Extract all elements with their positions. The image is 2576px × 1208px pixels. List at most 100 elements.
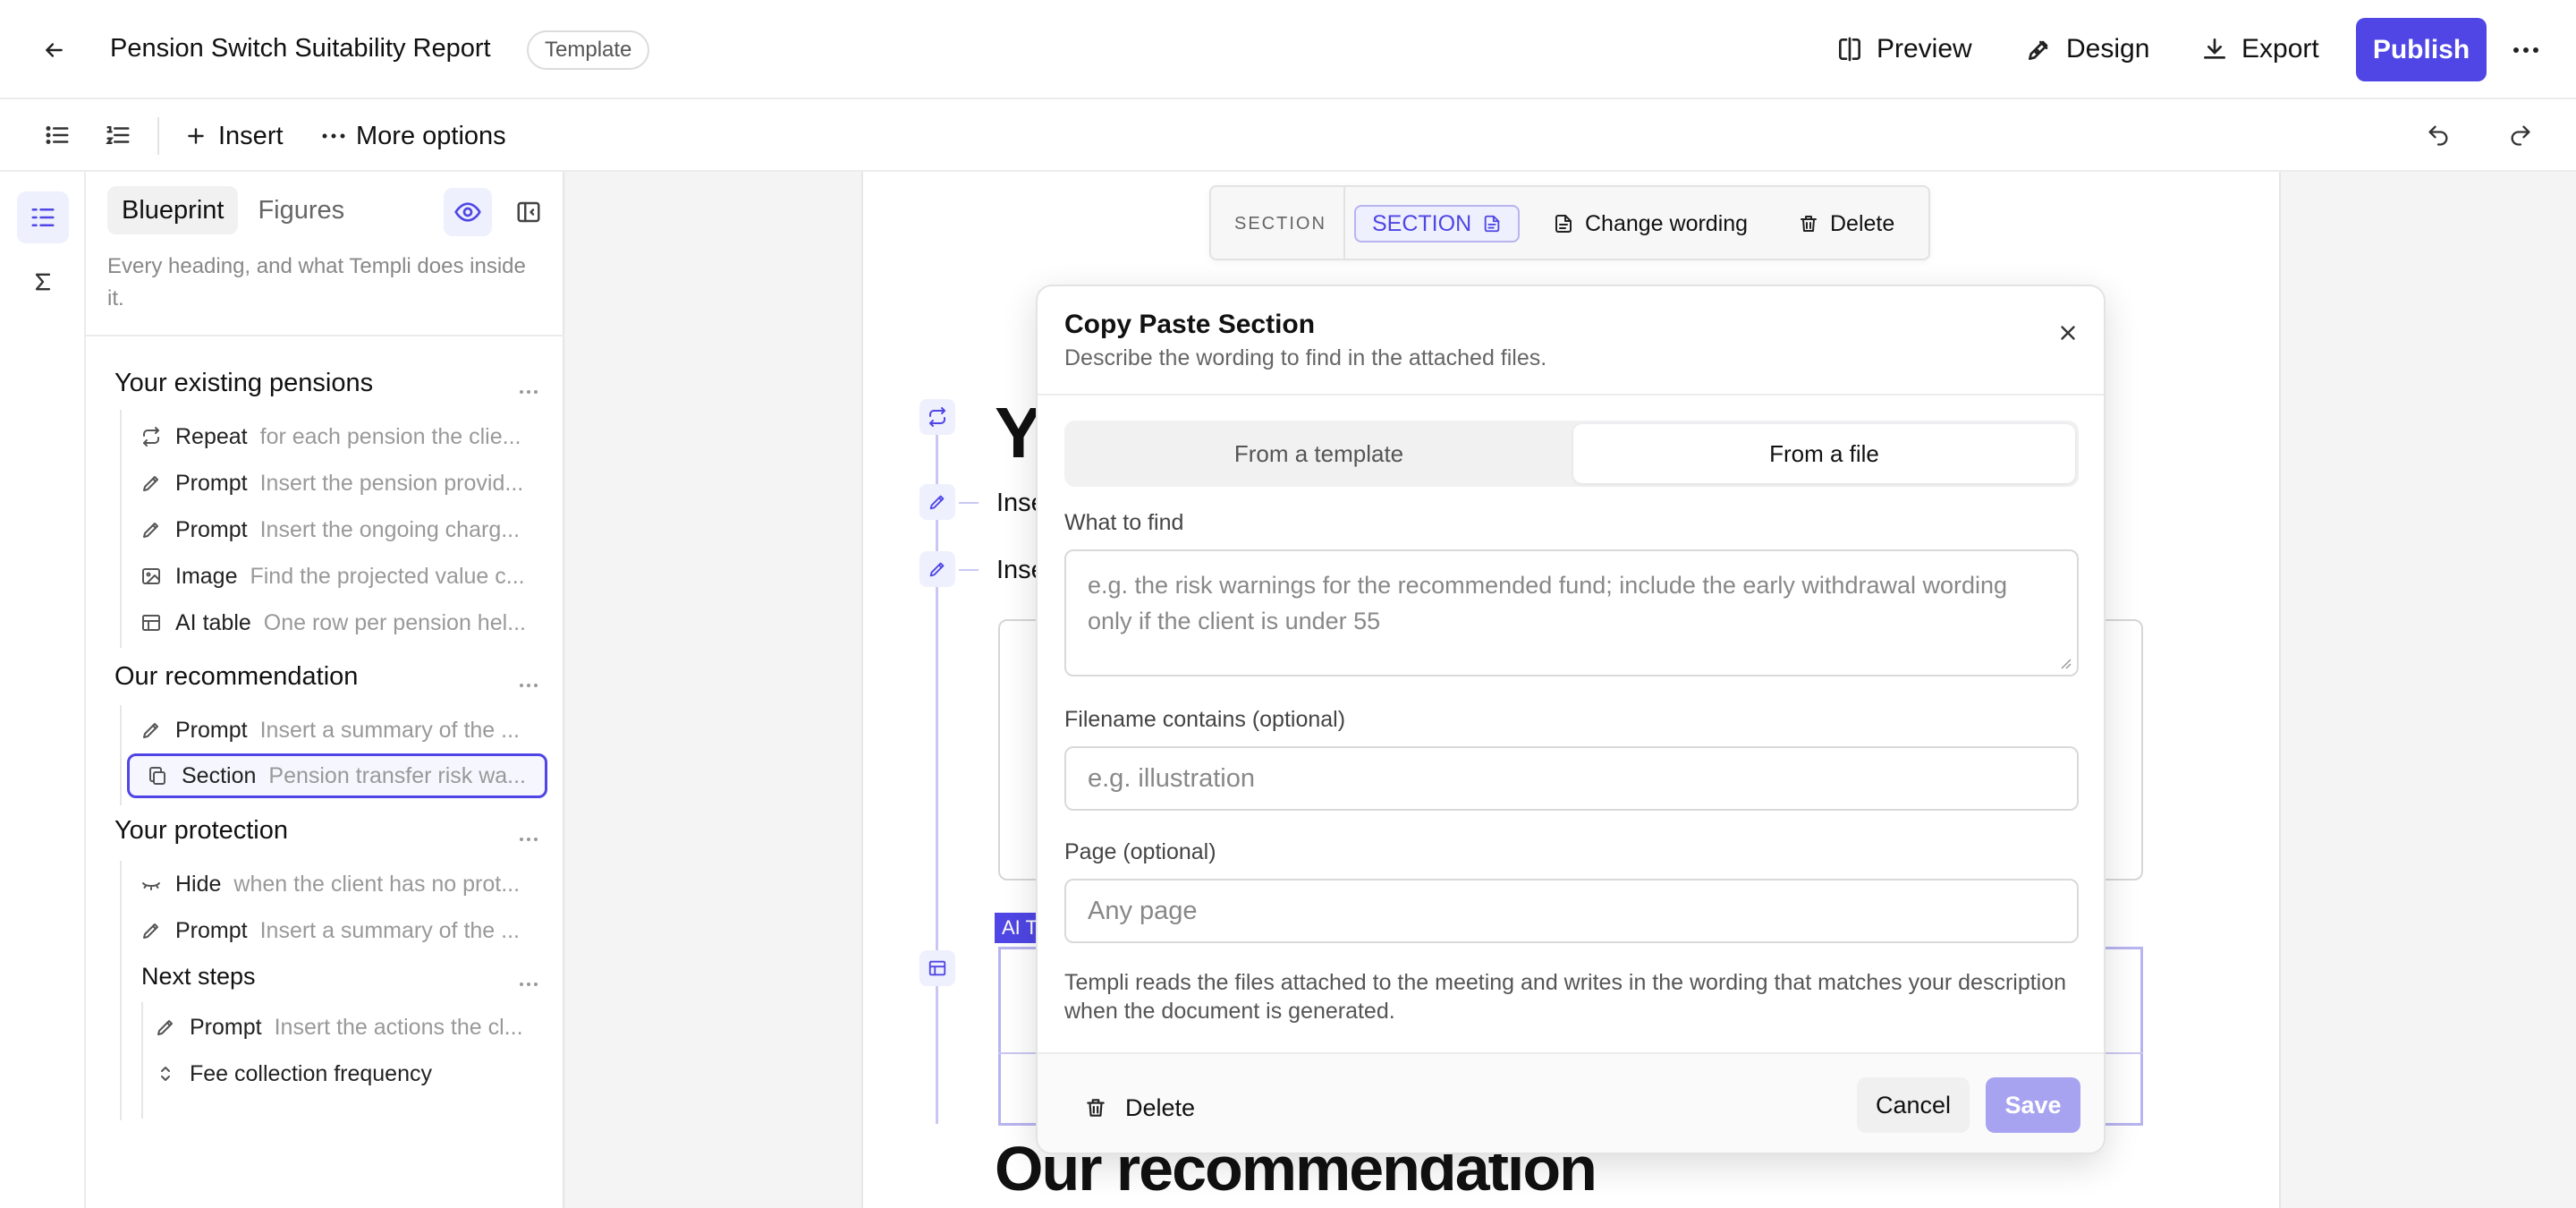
document-heading-partial: Y xyxy=(995,393,1042,472)
design-label: Design xyxy=(2066,34,2150,64)
export-label: Export xyxy=(2241,34,2319,64)
numbered-list-icon[interactable] xyxy=(102,119,134,151)
document-icon xyxy=(1553,212,1574,235)
preview-button[interactable]: Preview xyxy=(1835,27,1972,72)
document-icon xyxy=(1482,213,1502,234)
heading-menu-dots-icon[interactable] xyxy=(515,383,542,401)
blueprint-item-prompt[interactable]: Prompt Insert the ongoing charg... xyxy=(140,510,551,549)
blueprint-item-ai-table[interactable]: AI table One row per pension hel... xyxy=(140,603,551,642)
resize-handle-icon[interactable] xyxy=(2059,657,2072,669)
more-options-button[interactable]: More options xyxy=(322,117,506,155)
item-description: Insert the ongoing charg... xyxy=(259,516,521,542)
prompt-marker-icon[interactable] xyxy=(919,551,955,587)
dialog-subtitle: Describe the wording to find in the atta… xyxy=(1064,345,1547,370)
tree-guide-line xyxy=(120,705,122,805)
tab-figures[interactable]: Figures xyxy=(243,186,359,234)
eye-icon[interactable] xyxy=(444,188,492,236)
insert-button[interactable]: Insert xyxy=(184,117,284,155)
item-kind: Image xyxy=(175,563,238,589)
section-delete-button[interactable]: Delete xyxy=(1798,205,1894,242)
what-to-find-textarea[interactable]: e.g. the risk warnings for the recommend… xyxy=(1064,549,2079,676)
sigma-icon[interactable] xyxy=(17,256,69,308)
panel-divider xyxy=(86,335,564,336)
bullet-list-icon[interactable] xyxy=(41,119,73,151)
cancel-button[interactable]: Cancel xyxy=(1857,1077,1970,1133)
outline-icon[interactable] xyxy=(17,191,69,243)
pencil-icon xyxy=(140,472,163,495)
back-arrow-icon[interactable] xyxy=(38,34,70,66)
tab-from-file[interactable]: From a file xyxy=(1573,424,2075,483)
blueprint-item-prompt[interactable]: Prompt Insert a summary of the ... xyxy=(140,710,551,750)
dialog-divider xyxy=(1038,394,2104,396)
redo-icon[interactable] xyxy=(2504,119,2537,151)
dialog-footer: Delete Cancel Save xyxy=(1038,1052,2104,1153)
item-description: Insert the pension provid... xyxy=(259,470,524,496)
preview-label: Preview xyxy=(1877,34,1972,64)
toolbar-divider xyxy=(157,117,159,155)
pencil-icon xyxy=(140,719,163,742)
blueprint-heading-our-recommendation[interactable]: Our recommendation xyxy=(114,662,358,692)
section-chip[interactable]: SECTION xyxy=(1354,205,1521,242)
page-label: Page (optional) xyxy=(1064,839,1216,864)
item-kind: Prompt xyxy=(175,917,248,943)
change-wording-button[interactable]: Change wording xyxy=(1553,205,1748,242)
section-floating-toolbar: SECTION SECTION Change wording Delete xyxy=(1209,185,1930,260)
blueprint-heading-your-protection[interactable]: Your protection xyxy=(114,816,288,846)
blueprint-item-hide[interactable]: Hide when the client has no prot... xyxy=(140,864,551,904)
blueprint-item-repeat[interactable]: Repeat for each pension the clie... xyxy=(140,417,551,456)
tab-blueprint[interactable]: Blueprint xyxy=(107,186,239,234)
left-rail xyxy=(0,172,86,1208)
blueprint-item-fee-frequency[interactable]: Fee collection frequency xyxy=(154,1054,551,1093)
heading-menu-dots-icon[interactable] xyxy=(515,676,542,694)
dialog-help-text: Templi reads the files attached to the m… xyxy=(1064,970,2067,1024)
section-chip-label: SECTION xyxy=(1372,210,1472,236)
connector-line xyxy=(959,569,979,571)
section-guide-line xyxy=(936,417,938,1124)
item-description: Insert a summary of the ... xyxy=(259,917,520,943)
panel-description: Every heading, and what Templi does insi… xyxy=(107,254,526,311)
plus-icon xyxy=(184,124,208,148)
prompt-marker-icon[interactable] xyxy=(919,484,955,520)
export-button[interactable]: Export xyxy=(2200,27,2319,72)
change-wording-label: Change wording xyxy=(1585,210,1749,236)
save-button[interactable]: Save xyxy=(1986,1077,2080,1133)
item-kind: AI table xyxy=(175,609,251,635)
blueprint-heading-next-steps[interactable]: Next steps xyxy=(141,963,256,991)
dots-horizontal-icon xyxy=(322,132,345,140)
page-input[interactable]: Any page xyxy=(1064,879,2079,943)
download-icon xyxy=(2200,35,2229,64)
table-icon xyxy=(140,611,163,634)
blueprint-item-image[interactable]: Image Find the projected value c... xyxy=(140,557,551,596)
blueprint-item-prompt[interactable]: Prompt Insert the actions the cl... xyxy=(154,1008,551,1047)
blueprint-item-section-selected[interactable]: Section Pension transfer risk wa... xyxy=(127,753,547,798)
collapse-panel-icon[interactable] xyxy=(504,188,553,236)
editor-toolbar: Insert More options xyxy=(0,99,2576,172)
publish-button[interactable]: Publish xyxy=(2356,18,2487,81)
pen-nib-icon xyxy=(2025,35,2054,64)
close-icon[interactable] xyxy=(2048,313,2088,353)
undo-icon[interactable] xyxy=(2422,119,2454,151)
tab-from-template[interactable]: From a template xyxy=(1068,424,1570,483)
blueprint-panel: Blueprint Figures Every heading, and wha… xyxy=(86,172,564,1208)
panel-tabs: Blueprint Figures xyxy=(107,186,359,234)
dialog-delete-button[interactable]: Delete xyxy=(1084,1081,1195,1135)
blueprint-item-prompt[interactable]: Prompt Insert a summary of the ... xyxy=(140,911,551,950)
dialog-delete-label: Delete xyxy=(1125,1093,1196,1121)
filename-input[interactable]: e.g. illustration xyxy=(1064,746,2079,811)
blueprint-item-prompt[interactable]: Prompt Insert the pension provid... xyxy=(140,464,551,503)
what-to-find-label: What to find xyxy=(1064,510,1184,535)
repeat-marker-icon[interactable] xyxy=(919,399,955,435)
heading-menu-dots-icon[interactable] xyxy=(515,975,542,993)
template-badge: Template xyxy=(527,30,650,70)
heading-menu-dots-icon[interactable] xyxy=(515,830,542,848)
design-button[interactable]: Design xyxy=(2025,27,2149,72)
chevron-updown-icon xyxy=(154,1062,177,1085)
what-to-find-placeholder: e.g. the risk warnings for the recommend… xyxy=(1088,572,2008,634)
item-description: Pension transfer risk wa... xyxy=(268,762,527,788)
tree-guide-line xyxy=(141,1002,143,1119)
blueprint-heading-existing-pensions[interactable]: Your existing pensions xyxy=(114,369,373,398)
item-kind: Prompt xyxy=(175,717,248,743)
more-horizontal-icon[interactable] xyxy=(2508,32,2544,68)
pencil-icon xyxy=(140,518,163,541)
table-marker-icon[interactable] xyxy=(919,950,955,986)
